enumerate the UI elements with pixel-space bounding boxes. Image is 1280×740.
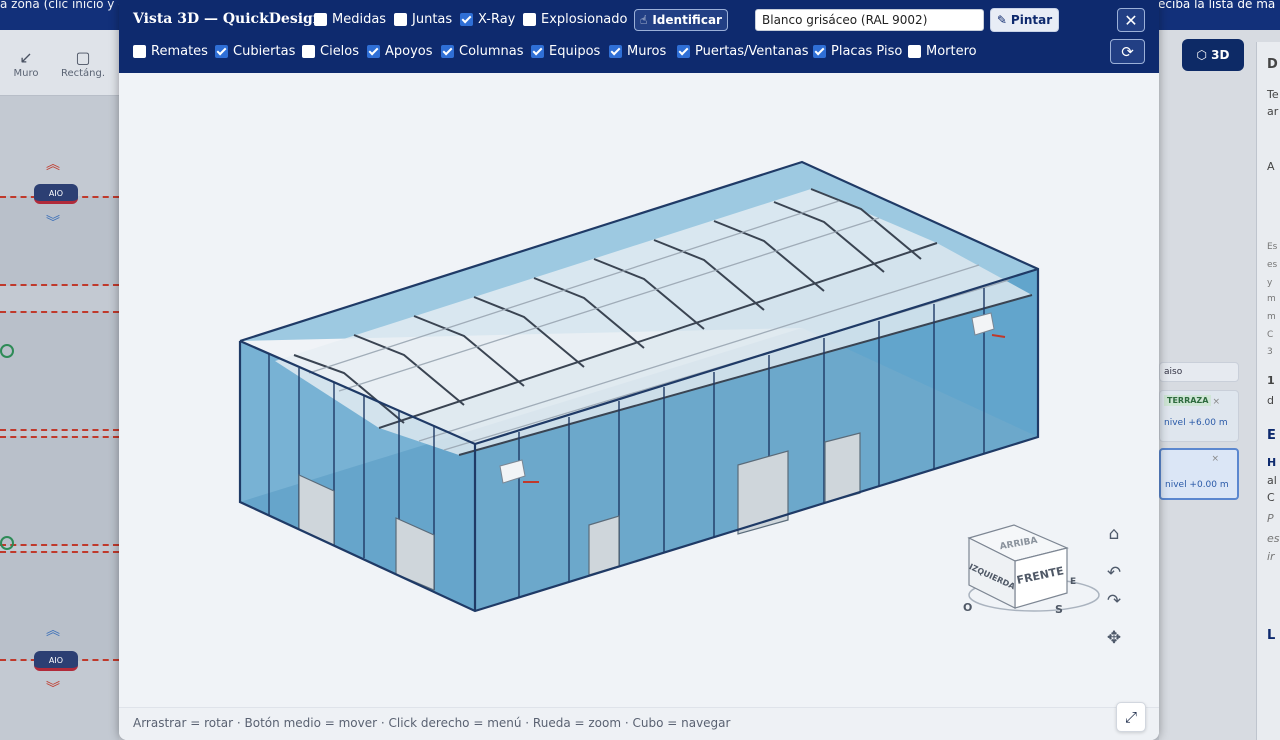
- layer-cielos[interactable]: Cielos: [302, 42, 359, 60]
- building-model: [238, 160, 1040, 613]
- view-3d-button[interactable]: ⬡ 3D: [1182, 39, 1244, 71]
- identify-button[interactable]: ☝ Identificar: [634, 9, 728, 31]
- checkbox-checked[interactable]: [677, 44, 690, 58]
- paint-button[interactable]: ✎ Pintar: [990, 8, 1059, 32]
- compass-west: O: [963, 601, 972, 614]
- layer-remates[interactable]: Remates: [133, 42, 208, 60]
- chevron-up-icon: ︽: [46, 157, 60, 173]
- cube-label-east: E: [1070, 577, 1076, 587]
- layer-placas-piso[interactable]: Placas Piso: [813, 42, 902, 60]
- pan-button[interactable]: ✥: [1102, 626, 1126, 650]
- level-name: TERRAZA: [1164, 395, 1212, 406]
- compass-south: S: [1055, 603, 1063, 616]
- checkbox-checked[interactable]: [813, 44, 826, 58]
- level-height: nivel +0.00 m: [1165, 480, 1229, 490]
- brush-icon: ✎: [996, 13, 1007, 27]
- background-plan-canvas[interactable]: ︽ AIO ︾ ︽ AIO ︾: [0, 96, 119, 740]
- tool-rectangulo[interactable]: ▢ Rectáng.: [58, 48, 108, 79]
- option-xray[interactable]: X-Ray: [460, 10, 515, 28]
- tool-label: Muro: [13, 68, 39, 79]
- levels-header: aiso: [1159, 362, 1239, 382]
- nav-cube[interactable]: ARRIBA FRENTE IZQUIERDA E O S: [963, 524, 1100, 616]
- rotate-left-button[interactable]: ↶: [1102, 561, 1126, 585]
- checkbox[interactable]: [133, 44, 146, 58]
- close-icon[interactable]: ×: [1212, 397, 1220, 407]
- checkbox-checked[interactable]: [367, 44, 380, 58]
- checkbox-checked[interactable]: [531, 44, 544, 58]
- modal-header: Vista 3D — QuickDesign Medidas Juntas X-…: [119, 0, 1159, 73]
- 3d-viewport[interactable]: ARRIBA FRENTE IZQUIERDA E O S: [119, 73, 1159, 707]
- option-medidas[interactable]: Medidas: [314, 10, 386, 28]
- zone-marker[interactable]: AIO: [34, 184, 78, 204]
- background-instruction-left: a zona (clic inicio y c: [0, 0, 119, 11]
- layer-muros[interactable]: Muros: [609, 42, 666, 60]
- chevron-down-icon: ︾: [46, 215, 60, 231]
- background-instruction-right: eciba la lista de ma: [1158, 0, 1276, 11]
- expand-icon: ⤢: [1124, 708, 1137, 726]
- home-view-button[interactable]: ⌂: [1102, 522, 1126, 546]
- location-pin-icon: [0, 344, 14, 358]
- modal-title: Vista 3D — QuickDesign: [133, 11, 323, 27]
- option-explosionado[interactable]: Explosionado: [523, 10, 627, 28]
- home-icon: ⌂: [1108, 524, 1120, 544]
- background-toolbar: ↙ Muro ▢ Rectáng.: [0, 30, 119, 96]
- refresh-button[interactable]: ⟳: [1110, 39, 1145, 64]
- close-button[interactable]: ✕: [1117, 8, 1145, 32]
- layer-cubiertas[interactable]: Cubiertas: [215, 42, 295, 60]
- refresh-icon: ⟳: [1121, 42, 1134, 61]
- layer-equipos[interactable]: Equipos: [531, 42, 600, 60]
- level-card[interactable]: TERRAZA × nivel +6.00 m: [1159, 390, 1239, 442]
- chevron-up-icon: ︽: [46, 623, 60, 639]
- close-icon[interactable]: ×: [1211, 454, 1219, 464]
- zone-marker[interactable]: AIO: [34, 651, 78, 671]
- plan-zone: [0, 436, 119, 546]
- checkbox-checked[interactable]: [441, 44, 454, 58]
- plan-zone: [0, 196, 119, 286]
- chevron-down-icon: ︾: [46, 681, 60, 697]
- view-3d-modal: Vista 3D — QuickDesign Medidas Juntas X-…: [119, 0, 1159, 740]
- checkbox[interactable]: [523, 12, 536, 26]
- rotate-right-button[interactable]: ↷: [1102, 589, 1126, 613]
- checkbox[interactable]: [908, 44, 921, 58]
- rectangle-tool-icon: ▢: [75, 48, 91, 67]
- checkbox-checked[interactable]: [609, 44, 622, 58]
- plan-zone: [0, 551, 119, 661]
- background-properties-panel: D Te ar A Es es y m m C 3 1 d E H al C P…: [1256, 42, 1280, 740]
- hint-bar: Arrastrar = rotar · Botón medio = mover …: [119, 707, 1159, 740]
- layer-columnas[interactable]: Columnas: [441, 42, 524, 60]
- plan-zone: [0, 311, 119, 431]
- cube-icon: ⬡: [1196, 48, 1207, 62]
- tool-muro[interactable]: ↙ Muro: [1, 48, 51, 79]
- hand-pointer-icon: ☝: [640, 13, 648, 27]
- location-pin-icon: [0, 536, 14, 550]
- rotate-right-icon: ↷: [1106, 591, 1122, 611]
- move-arrows-icon: ✥: [1106, 628, 1122, 648]
- option-juntas[interactable]: Juntas: [394, 10, 452, 28]
- level-card[interactable]: × nivel +0.00 m: [1159, 448, 1239, 500]
- checkbox[interactable]: [302, 44, 315, 58]
- checkbox-checked[interactable]: [460, 12, 473, 26]
- checkbox[interactable]: [394, 12, 407, 26]
- checkbox-checked[interactable]: [215, 44, 228, 58]
- rotate-left-icon: ↶: [1106, 563, 1122, 583]
- fullscreen-button[interactable]: ⤢: [1116, 702, 1146, 732]
- hint-text: Arrastrar = rotar · Botón medio = mover …: [133, 716, 731, 730]
- tool-label: Rectáng.: [60, 68, 106, 79]
- checkbox[interactable]: [314, 12, 327, 26]
- close-icon: ✕: [1124, 10, 1138, 30]
- layer-puertas-ventanas[interactable]: Puertas/Ventanas: [677, 42, 809, 60]
- layer-mortero[interactable]: Mortero: [908, 42, 977, 60]
- layer-apoyos[interactable]: Apoyos: [367, 42, 433, 60]
- color-input[interactable]: [755, 9, 984, 31]
- line-tool-icon: ↙: [19, 48, 33, 67]
- background-right-area: ⬡ 3D aiso TERRAZA × nivel +6.00 m × nive…: [1159, 30, 1280, 740]
- level-height: nivel +6.00 m: [1164, 418, 1228, 428]
